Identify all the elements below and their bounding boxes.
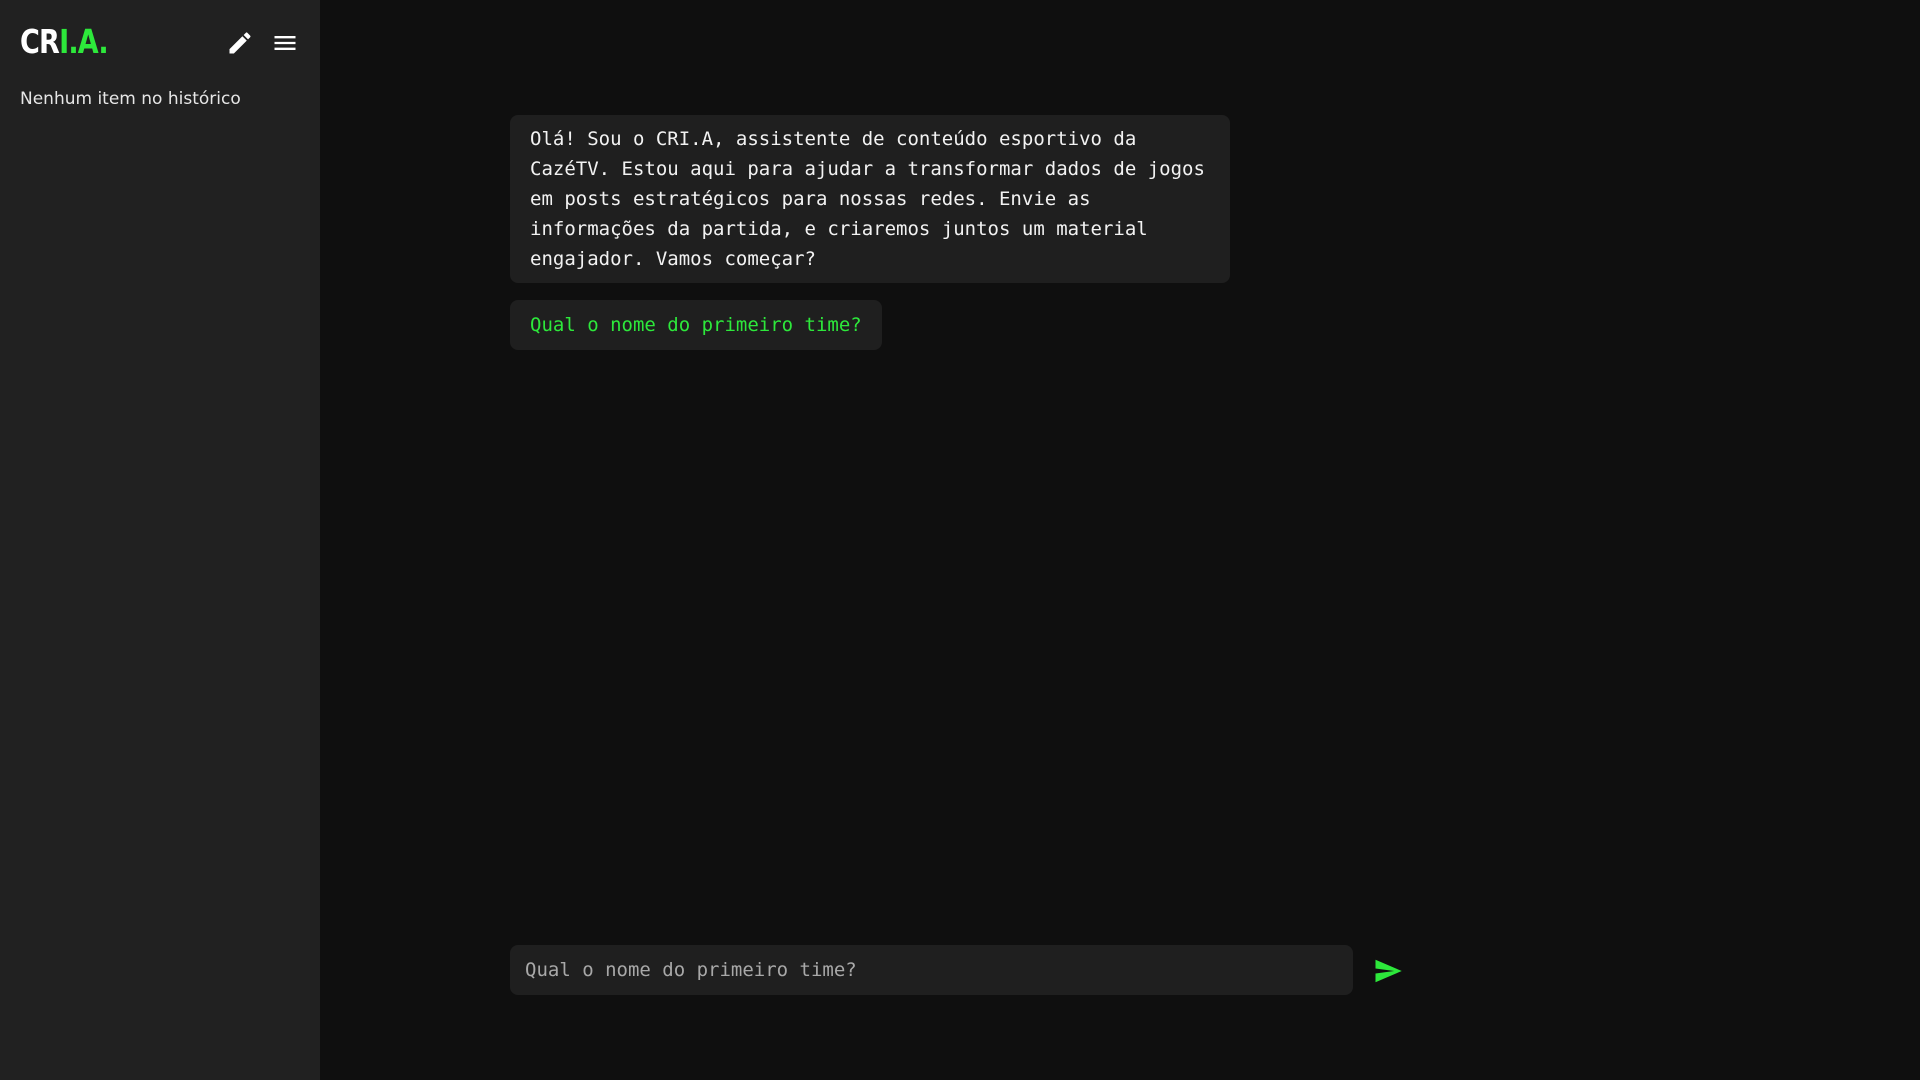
pencil-icon (229, 32, 251, 54)
app: CRI.A. Nenhum item no histórico Olá! Sou… (0, 0, 1920, 1080)
app-logo: CRI.A. (20, 22, 109, 62)
logo-part-ia: I.A. (59, 22, 109, 61)
chat-input[interactable] (510, 945, 1353, 995)
history-empty-text: Nenhum item no histórico (20, 89, 241, 109)
assistant-question-message: Qual o nome do primeiro time? (510, 300, 882, 350)
logo-part-cr: CR (20, 22, 60, 61)
chat-area: Olá! Sou o CRI.A, assistente de conteúdo… (320, 0, 1920, 1080)
assistant-message: Olá! Sou o CRI.A, assistente de conteúdo… (510, 115, 1230, 283)
menu-button[interactable] (270, 28, 300, 58)
sidebar: CRI.A. Nenhum item no histórico (0, 0, 320, 1080)
hamburger-menu-icon (274, 36, 296, 50)
send-icon (1375, 959, 1402, 983)
send-button[interactable] (1372, 955, 1404, 987)
new-chat-button[interactable] (225, 28, 255, 58)
